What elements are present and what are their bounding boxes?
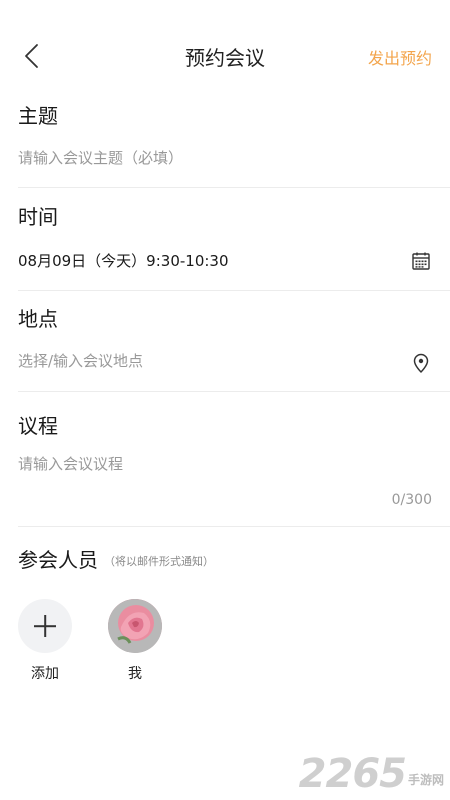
header: 预约会议 发出预约 [0, 0, 450, 112]
location-label: 地点 [18, 307, 58, 331]
add-icon[interactable] [18, 599, 72, 653]
rose-image [108, 599, 162, 653]
agenda-label: 议程 [18, 414, 58, 438]
agenda-input[interactable]: 请输入会议议程 [18, 452, 450, 476]
send-invitation-button[interactable]: 发出预约 [368, 45, 432, 69]
time-label: 时间 [18, 205, 58, 229]
location-picker-button[interactable] [410, 352, 432, 374]
agenda-char-counter: 0/300 [391, 492, 432, 508]
time-value[interactable]: 08月09日（今天）9:30-10:30 [18, 249, 450, 273]
participants-section: 参会人员 （将以邮件形式通知） [18, 544, 450, 573]
participant-name: 我 [128, 666, 142, 682]
participants-hint: （将以邮件形式通知） [104, 555, 214, 568]
watermark-text: 手游网 [407, 773, 444, 787]
avatar[interactable] [108, 599, 162, 653]
divider [18, 391, 450, 392]
participants-label: 参会人员 [18, 548, 98, 572]
location-pin-icon [413, 353, 429, 373]
watermark-logo: 2265 手游网 [299, 754, 444, 794]
add-participant[interactable]: 添加 [17, 599, 73, 683]
divider [18, 526, 450, 527]
agenda-section: 议程 请输入会议议程 [18, 412, 450, 476]
location-input[interactable]: 选择/输入会议地点 [18, 349, 450, 373]
topic-section: 主题 请输入会议主题（必填） [18, 102, 450, 170]
topic-label: 主题 [18, 104, 58, 128]
divider [18, 290, 450, 291]
watermark-number: 2265 [298, 751, 407, 797]
participant-item[interactable]: 我 [107, 599, 163, 683]
divider [18, 187, 450, 188]
add-participant-label: 添加 [31, 666, 59, 682]
time-section: 时间 08月09日（今天）9:30-10:30 [18, 203, 450, 273]
calendar-button[interactable] [410, 250, 432, 272]
topic-input[interactable]: 请输入会议主题（必填） [18, 146, 450, 170]
location-section: 地点 选择/输入会议地点 [18, 305, 450, 373]
calendar-icon [412, 252, 430, 270]
